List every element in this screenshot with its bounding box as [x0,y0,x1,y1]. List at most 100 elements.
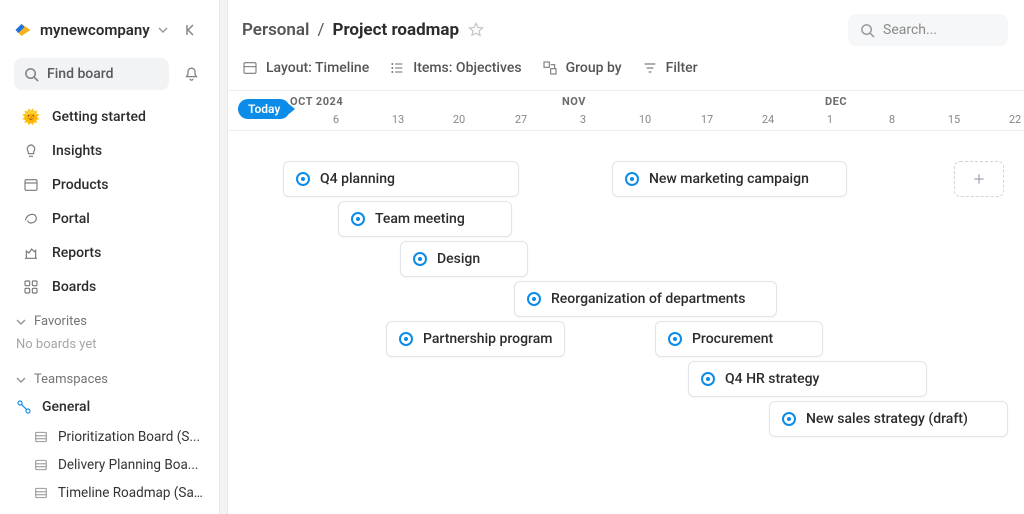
objective-dot-icon [399,332,413,346]
board-label: Delivery Planning Boa... [58,457,198,473]
filter-icon [642,60,658,76]
timeline-card[interactable]: Q4 planning [283,161,519,197]
date-tick: 24 [762,113,774,126]
card-label: Team meeting [375,211,465,227]
objective-dot-icon [351,212,365,226]
app-logo-icon [14,21,32,39]
sidebar-item-reports[interactable]: Reports [6,236,213,270]
sidebar-item-insights[interactable]: Insights [6,134,213,168]
group-icon [542,60,558,76]
date-tick: 3 [580,113,586,126]
workspace-switcher[interactable]: mynewcompany [0,10,219,58]
date-tick: 27 [515,113,527,126]
workspace-name: mynewcompany [40,21,150,39]
sidebar-item-boards[interactable]: Boards [6,270,213,304]
card-label: Q4 planning [320,171,395,187]
date-tick: 20 [453,113,465,126]
teamspace-general[interactable]: General [0,391,219,423]
date-tick: 17 [701,113,713,126]
layout-label: Layout: Timeline [266,60,369,76]
search-icon [24,67,39,82]
search-icon [860,23,875,38]
sidebar-item-portal[interactable]: Portal [6,202,213,236]
search-placeholder: Search... [883,22,937,38]
favorites-label: Favorites [34,314,87,329]
chart-icon [22,244,40,262]
global-search[interactable]: Search... [848,14,1008,46]
items-label: Items: Objectives [413,60,521,76]
timeline-card[interactable]: Design [400,241,528,277]
workflow-icon [16,399,32,415]
board-label: Prioritization Board (S... [58,429,200,445]
sun-icon: 🌞 [22,108,40,126]
board-item[interactable]: Delivery Planning Boa... [0,451,219,479]
add-card-slot[interactable] [954,161,1004,197]
date-tick: 10 [639,113,651,126]
window-icon [22,176,40,194]
board-icon [34,486,48,500]
bulb-icon [22,142,40,160]
groupby-picker[interactable]: Group by [542,60,622,76]
date-tick: 8 [889,113,895,126]
timeline-card[interactable]: Q4 HR strategy [688,361,927,397]
find-board-label: Find board [47,66,114,82]
card-label: New sales strategy (draft) [806,411,968,427]
breadcrumb-current[interactable]: Project roadmap [332,20,459,40]
layout-picker[interactable]: Layout: Timeline [242,60,369,76]
swirl-icon [22,210,40,228]
timeline-card[interactable]: New marketing campaign [612,161,847,197]
layout-icon [242,60,258,76]
filter-picker[interactable]: Filter [642,60,698,76]
timeline[interactable]: Today OCT 2024NOVDEC61320273101724181522… [228,91,1024,514]
timeline-card[interactable]: Partnership program [386,321,565,357]
timeline-card[interactable]: Team meeting [338,201,512,237]
date-tick: 1 [827,113,833,126]
board-icon [34,430,48,444]
resize-gutter[interactable] [220,0,228,514]
breadcrumb: Personal / Project roadmap [242,20,485,40]
sidebar-item-label: Insights [52,143,102,159]
items-picker[interactable]: Items: Objectives [389,60,521,76]
date-tick: 13 [392,113,404,126]
collapse-sidebar-button[interactable] [178,16,205,44]
main: Personal / Project roadmap Search... Lay… [228,0,1024,514]
filter-label: Filter [666,60,698,76]
teamspaces-header[interactable]: Teamspaces [0,362,219,391]
card-label: Reorganization of departments [551,291,745,307]
sidebar-item-label: Boards [52,279,96,295]
objective-dot-icon [296,172,310,186]
objective-dot-icon [527,292,541,306]
groupby-label: Group by [566,60,622,76]
chevron-down-icon [158,25,168,35]
month-label: DEC [825,95,847,108]
board-item[interactable]: Prioritization Board (S... [0,423,219,451]
sidebar-item-products[interactable]: Products [6,168,213,202]
timeline-card[interactable]: Procurement [655,321,823,357]
chevron-down-icon [16,317,26,327]
objective-dot-icon [625,172,639,186]
sidebar-item-getting-started[interactable]: 🌞 Getting started [6,100,213,134]
objective-dot-icon [413,252,427,266]
find-board-input[interactable]: Find board [14,58,169,90]
favorites-header[interactable]: Favorites [0,304,219,333]
timeline-body: Q4 planning New marketing campaign Team me… [228,131,1024,514]
timeline-card[interactable]: New sales strategy (draft) [769,401,1008,437]
board-item[interactable]: Timeline Roadmap (Sa... [0,479,219,507]
notifications-button[interactable] [177,60,205,88]
timeline-card[interactable]: Reorganization of departments [514,281,777,317]
star-button[interactable] [467,21,485,39]
date-tick: 15 [948,113,960,126]
sidebar-item-label: Reports [52,245,101,261]
teamspaces-label: Teamspaces [34,372,108,387]
card-label: New marketing campaign [649,171,809,187]
breadcrumb-parent[interactable]: Personal [242,20,309,40]
sidebar-item-label: Portal [52,211,90,227]
topbar: Personal / Project roadmap Search... [228,0,1024,56]
sidebar-item-label: Getting started [52,109,146,125]
objective-dot-icon [701,372,715,386]
objective-dot-icon [782,412,796,426]
timeline-header: OCT 2024NOVDEC61320273101724181522 [228,91,1024,131]
list-icon [389,60,405,76]
sidebar: mynewcompany Find board 🌞 Getting starte… [0,0,220,514]
card-label: Partnership program [423,331,552,347]
